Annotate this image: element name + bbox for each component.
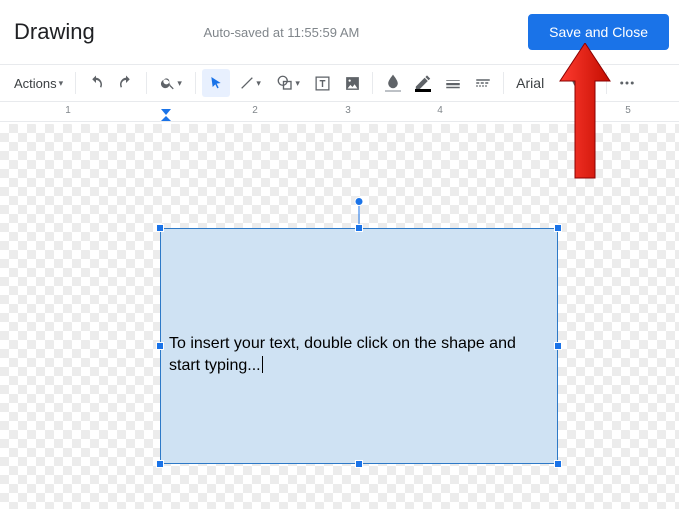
line-dash-icon xyxy=(474,74,492,92)
cursor-icon xyxy=(208,75,224,91)
redo-icon xyxy=(117,74,135,92)
select-tool-button[interactable] xyxy=(202,69,230,97)
resize-handle-bottom-left[interactable] xyxy=(156,460,164,468)
shape-text: To insert your text, double click on the… xyxy=(169,335,516,374)
textbox-icon xyxy=(314,75,331,92)
caret-down-icon: ▾ xyxy=(177,78,182,89)
font-family-label: Arial xyxy=(516,75,544,91)
toolbar: Actions ▾ ▾ ▾ ▾ xyxy=(0,64,679,102)
caret-down-icon: ▾ xyxy=(295,78,300,89)
border-color-icon xyxy=(413,73,433,93)
selected-shape[interactable]: To insert your text, double click on the… xyxy=(160,228,558,464)
caret-down-icon: ▾ xyxy=(256,78,261,89)
save-and-close-button[interactable]: Save and Close xyxy=(528,14,669,50)
toolbar-separator xyxy=(146,72,147,94)
resize-handle-bottom-mid[interactable] xyxy=(355,460,363,468)
line-weight-icon xyxy=(444,74,462,92)
fill-color-icon xyxy=(383,73,403,93)
undo-button[interactable] xyxy=(82,69,110,97)
resize-handle-mid-left[interactable] xyxy=(156,342,164,350)
actions-menu-button[interactable]: Actions ▾ xyxy=(8,72,69,95)
shape-tool-button[interactable]: ▾ xyxy=(270,69,306,97)
ruler-mark: 1 xyxy=(65,105,71,116)
border-weight-button[interactable] xyxy=(439,69,467,97)
zoom-icon xyxy=(160,75,176,91)
indent-marker-icon[interactable] xyxy=(160,108,172,122)
resize-handle-bottom-right[interactable] xyxy=(554,460,562,468)
toolbar-separator xyxy=(372,72,373,94)
ruler-mark: 2 xyxy=(252,105,258,116)
resize-handle-top-right[interactable] xyxy=(554,224,562,232)
toolbar-separator xyxy=(75,72,76,94)
border-dash-button[interactable] xyxy=(469,69,497,97)
shapes-icon xyxy=(276,74,294,92)
rotation-handle[interactable] xyxy=(355,197,364,206)
ruler-mark: 4 xyxy=(437,105,443,116)
line-tool-button[interactable]: ▾ xyxy=(232,69,268,97)
border-color-button[interactable] xyxy=(409,69,437,97)
dialog-title: Drawing xyxy=(10,19,95,45)
more-horizontal-icon xyxy=(618,74,636,92)
image-icon xyxy=(344,75,361,92)
zoom-button[interactable]: ▾ xyxy=(153,69,189,97)
toolbar-separator xyxy=(503,72,504,94)
caret-down-icon: ▾ xyxy=(572,78,577,89)
image-tool-button[interactable] xyxy=(338,69,366,97)
shape-text-content[interactable]: To insert your text, double click on the… xyxy=(169,333,549,376)
toolbar-separator xyxy=(606,72,607,94)
font-family-dropdown[interactable]: Arial ▾ xyxy=(510,71,600,95)
undo-icon xyxy=(87,74,105,92)
actions-label: Actions xyxy=(14,76,57,91)
line-icon xyxy=(239,75,255,91)
toolbar-separator xyxy=(195,72,196,94)
text-cursor xyxy=(262,356,263,373)
redo-button[interactable] xyxy=(112,69,140,97)
ruler-mark: 3 xyxy=(345,105,351,116)
resize-handle-top-left[interactable] xyxy=(156,224,164,232)
rotation-line xyxy=(359,205,360,225)
fill-color-button[interactable] xyxy=(379,69,407,97)
dialog-header: Drawing Auto-saved at 11:55:59 AM Save a… xyxy=(0,0,679,64)
canvas-area[interactable]: To insert your text, double click on the… xyxy=(0,124,679,509)
caret-down-icon: ▾ xyxy=(59,78,64,89)
resize-handle-top-mid[interactable] xyxy=(355,224,363,232)
drawing-canvas[interactable]: To insert your text, double click on the… xyxy=(0,124,679,509)
autosave-status: Auto-saved at 11:55:59 AM xyxy=(203,25,359,40)
resize-handle-mid-right[interactable] xyxy=(554,342,562,350)
more-tools-button[interactable] xyxy=(613,69,641,97)
textbox-tool-button[interactable] xyxy=(308,69,336,97)
horizontal-ruler[interactable]: 1 2 3 4 5 xyxy=(0,102,679,122)
ruler-mark: 5 xyxy=(625,105,631,116)
